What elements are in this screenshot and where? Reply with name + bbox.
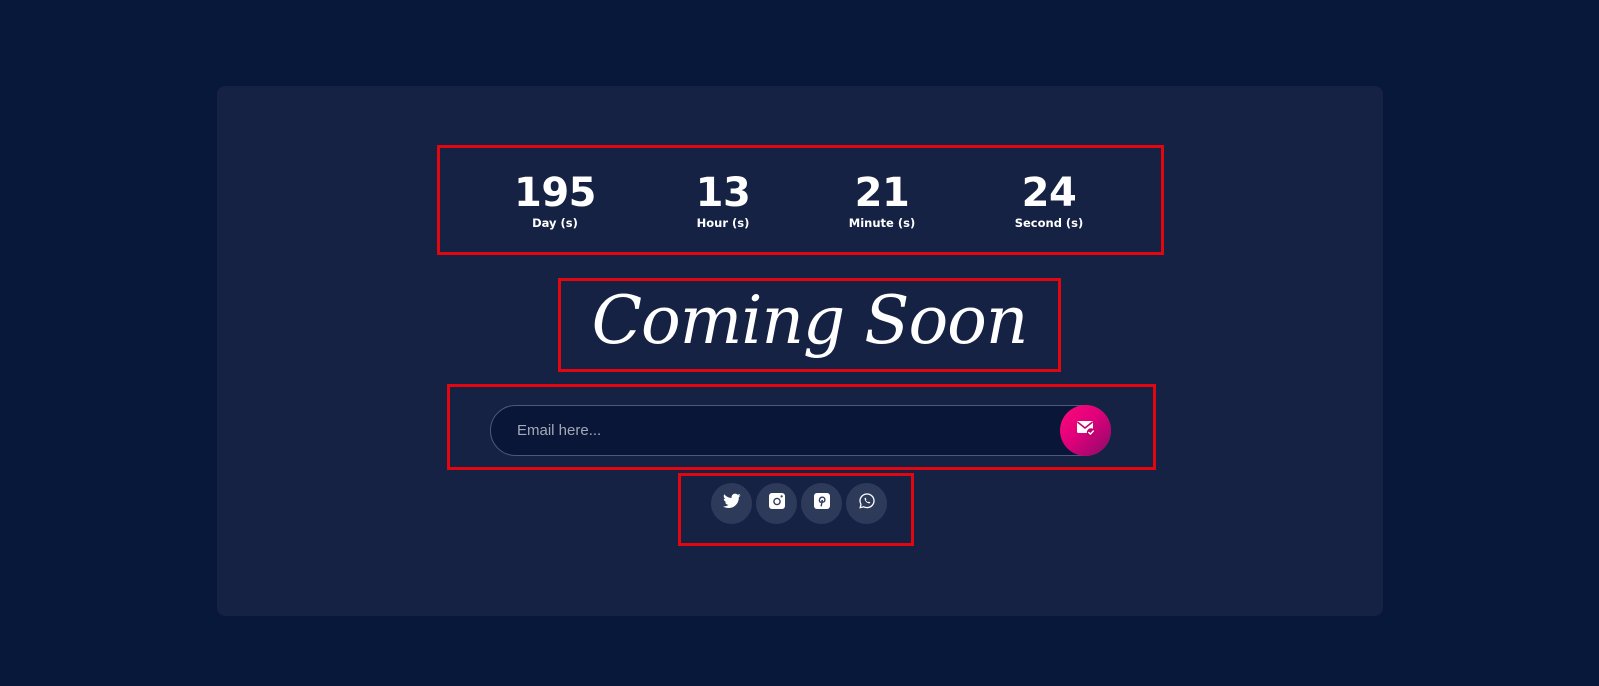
page-title-text: Coming Soon xyxy=(591,282,1029,359)
minutes-value: 21 xyxy=(854,170,910,216)
instagram-icon xyxy=(768,492,786,515)
pinterest-icon xyxy=(813,492,831,515)
days-label: Day (s) xyxy=(532,216,578,230)
days-value: 195 xyxy=(514,170,597,216)
countdown-seconds: 24 Second (s) xyxy=(969,171,1129,231)
hours-value: 13 xyxy=(695,170,751,216)
countdown-days: 195 Day (s) xyxy=(475,171,635,231)
countdown-hours: 13 Hour (s) xyxy=(643,171,803,231)
instagram-link[interactable] xyxy=(756,483,797,524)
pinterest-link[interactable] xyxy=(801,483,842,524)
minutes-label: Minute (s) xyxy=(848,216,916,230)
seconds-label: Second (s) xyxy=(1014,216,1084,230)
page-title: Coming Soon xyxy=(558,278,1061,372)
seconds-value: 24 xyxy=(1021,170,1077,216)
mail-check-icon xyxy=(1076,419,1096,442)
countdown-timer: 195 Day (s) 13 Hour (s) 21 Minute (s) 24… xyxy=(437,145,1164,255)
hours-label: Hour (s) xyxy=(696,216,750,230)
email-input[interactable] xyxy=(517,406,1037,455)
countdown-minutes: 21 Minute (s) xyxy=(802,171,962,231)
whatsapp-link[interactable] xyxy=(846,483,887,524)
subscribe-button[interactable] xyxy=(1060,405,1111,456)
whatsapp-icon xyxy=(858,492,876,515)
subscribe-form xyxy=(490,405,1111,456)
twitter-link[interactable] xyxy=(711,483,752,524)
twitter-icon xyxy=(722,493,741,514)
